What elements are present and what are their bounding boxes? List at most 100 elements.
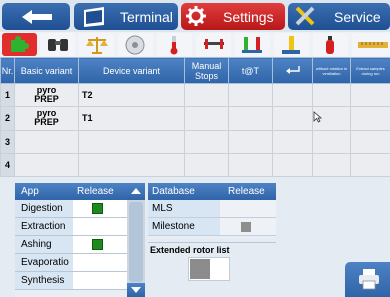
tab-settings-label: Settings bbox=[223, 9, 274, 25]
return-cell[interactable] bbox=[272, 152, 313, 178]
return-cell[interactable] bbox=[272, 106, 313, 131]
without-rotation-cell[interactable] bbox=[312, 129, 351, 154]
basic-variant-cell[interactable]: pyro PREP bbox=[14, 106, 79, 131]
table-row[interactable]: 4 bbox=[0, 152, 390, 178]
col-device-variant: Device variant bbox=[78, 57, 185, 84]
app-row-extraction[interactable]: Extraction bbox=[15, 218, 127, 236]
without-rotation-cell[interactable] bbox=[312, 82, 351, 108]
toolbar-puzzle[interactable] bbox=[2, 33, 37, 56]
database-name: Milestone bbox=[148, 218, 220, 235]
table-row[interactable]: 1 pyro PREP T2 bbox=[0, 82, 390, 108]
device-variant-cell[interactable] bbox=[78, 152, 185, 178]
manual-stops-cell[interactable] bbox=[184, 82, 229, 108]
database-row-milestone[interactable]: Milestone bbox=[148, 218, 276, 236]
app-name: Synthesis bbox=[15, 272, 73, 289]
extended-rotor-list-group: Extended rotor list bbox=[148, 242, 276, 297]
manual-stops-cell[interactable] bbox=[184, 129, 229, 154]
variant-table: Nr. Basic variant Device variant Manual … bbox=[0, 57, 390, 178]
app-row-synthesis[interactable]: Synthesis bbox=[15, 272, 127, 290]
table-row[interactable]: 2 pyro PREP T1 bbox=[0, 106, 390, 131]
app-header-label: App bbox=[21, 186, 39, 197]
database-panel-header: Database Release bbox=[148, 183, 276, 200]
release-disabled-indicator bbox=[241, 222, 251, 232]
extended-rotor-list-toggle[interactable] bbox=[188, 257, 230, 281]
release-toggle[interactable] bbox=[73, 218, 127, 235]
col-without-rotation: without rotation in ventilation bbox=[312, 57, 351, 84]
toggle-knob bbox=[190, 259, 210, 279]
app-release-panel: App Release Digestion Extraction Ashing … bbox=[15, 183, 145, 297]
basic-variant-cell[interactable]: pyro PREP bbox=[14, 82, 79, 108]
device-variant-cell[interactable]: T2 bbox=[78, 82, 185, 108]
release-toggle[interactable] bbox=[73, 254, 127, 271]
toolbar-thermometer[interactable] bbox=[157, 33, 192, 56]
basic-variant-cell[interactable] bbox=[14, 152, 79, 178]
extinguisher-icon bbox=[326, 36, 334, 54]
without-rotation-cell[interactable] bbox=[312, 152, 351, 178]
toolbar-pressure[interactable] bbox=[196, 33, 231, 56]
mouse-cursor-icon bbox=[313, 111, 323, 123]
manual-stops-cell[interactable] bbox=[184, 152, 229, 178]
app-row-evaporation[interactable]: Evaporatio bbox=[15, 254, 127, 272]
basic-variant-line2: PREP bbox=[34, 117, 59, 128]
ruler-icon bbox=[358, 42, 388, 48]
device-variant-cell[interactable] bbox=[78, 129, 185, 154]
without-rotation-cell[interactable] bbox=[312, 106, 351, 131]
toolbar-scale[interactable] bbox=[79, 33, 114, 56]
app-name: Evaporatio bbox=[15, 254, 73, 271]
tab-service-label: Service bbox=[334, 9, 381, 25]
app-list-scrollbar[interactable] bbox=[127, 183, 145, 297]
col-manual-stops: Manual Stops bbox=[184, 57, 229, 84]
print-button[interactable] bbox=[345, 262, 390, 297]
release-toggle[interactable] bbox=[73, 272, 127, 289]
binoculars-icon bbox=[48, 39, 68, 51]
toolbar-extinguisher[interactable] bbox=[313, 33, 348, 56]
app-name: Ashing bbox=[15, 236, 73, 253]
arrow-left-icon bbox=[22, 10, 52, 24]
toolbar-rotor[interactable] bbox=[118, 33, 153, 56]
app-row-ashing[interactable]: Ashing bbox=[15, 236, 127, 254]
time-at-temp-cell[interactable] bbox=[228, 106, 273, 131]
toolbar-test-tubes[interactable] bbox=[235, 33, 270, 56]
extract-samples-cell[interactable] bbox=[350, 152, 390, 178]
release-toggle[interactable] bbox=[73, 200, 127, 217]
scrollbar-thumb[interactable] bbox=[129, 202, 143, 282]
row-number: 4 bbox=[0, 152, 15, 178]
tab-terminal[interactable]: Terminal bbox=[74, 3, 178, 30]
database-row-mls[interactable]: MLS bbox=[148, 200, 276, 218]
table-row[interactable]: 3 bbox=[0, 129, 390, 154]
gear-icon bbox=[186, 6, 206, 26]
col-nr: Nr. bbox=[0, 57, 15, 84]
database-release-toggle[interactable] bbox=[220, 218, 276, 235]
return-cell[interactable] bbox=[272, 129, 313, 154]
tab-terminal-label: Terminal bbox=[120, 9, 173, 25]
manual-stops-cell[interactable] bbox=[184, 106, 229, 131]
toolbar-pipette[interactable] bbox=[274, 33, 309, 56]
basic-variant-cell[interactable] bbox=[14, 129, 79, 154]
time-at-temp-cell[interactable] bbox=[228, 152, 273, 178]
app-name: Extraction bbox=[15, 218, 73, 235]
tab-settings[interactable]: Settings bbox=[181, 3, 285, 30]
toolbar-ruler[interactable] bbox=[352, 33, 390, 56]
toolbar-binoculars[interactable] bbox=[40, 33, 75, 56]
return-cell[interactable] bbox=[272, 82, 313, 108]
scroll-up-button[interactable] bbox=[127, 183, 145, 200]
release-on-indicator bbox=[92, 203, 103, 214]
test-tubes-icon bbox=[242, 37, 262, 53]
extract-samples-cell[interactable] bbox=[350, 129, 390, 154]
app-row-digestion[interactable]: Digestion bbox=[15, 200, 127, 218]
back-button[interactable] bbox=[2, 3, 70, 30]
tab-service[interactable]: Service bbox=[288, 3, 390, 30]
device-variant-cell[interactable]: T1 bbox=[78, 106, 185, 131]
release-toggle[interactable] bbox=[73, 236, 127, 253]
row-number: 2 bbox=[0, 106, 15, 131]
extract-samples-cell[interactable] bbox=[350, 82, 390, 108]
app-panel-header: App Release bbox=[15, 183, 145, 200]
extract-samples-cell[interactable] bbox=[350, 106, 390, 131]
database-release-toggle[interactable] bbox=[220, 200, 276, 217]
time-at-temp-cell[interactable] bbox=[228, 129, 273, 154]
basic-variant-line2: PREP bbox=[34, 94, 59, 105]
database-release-header-label: Release bbox=[228, 186, 265, 197]
time-at-temp-cell[interactable] bbox=[228, 82, 273, 108]
row-number: 3 bbox=[0, 129, 15, 154]
scroll-down-button[interactable] bbox=[127, 283, 145, 297]
